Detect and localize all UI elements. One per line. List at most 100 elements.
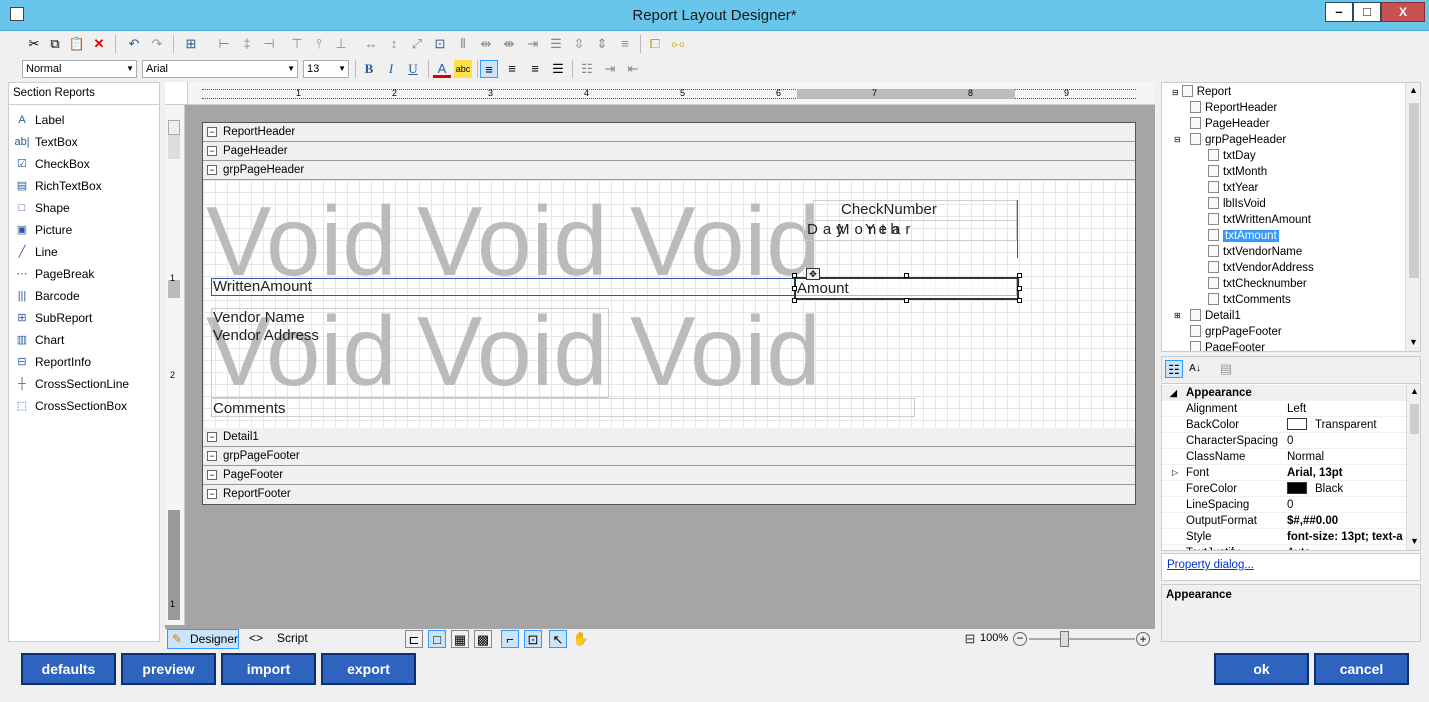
collapse-icon[interactable]: − (207, 470, 217, 480)
collapse-icon[interactable]: ◢ (1170, 385, 1177, 401)
font-select[interactable]: Arial ▼ (142, 60, 298, 78)
tree-item[interactable]: txtMonth (1208, 164, 1267, 180)
hspacing-remove-icon[interactable]: ⇥ (524, 35, 542, 53)
tab-designer[interactable]: ✎ Designer (167, 629, 239, 649)
tab-script[interactable]: <> Script (243, 629, 313, 649)
tool-item[interactable]: ab| TextBox (9, 131, 159, 153)
collapse-icon[interactable]: − (207, 165, 217, 175)
tool-item[interactable]: ╱ Line (9, 241, 159, 263)
property-value[interactable]: Arial, 13pt (1287, 465, 1407, 481)
bring-to-front-icon[interactable]: ⧠ (646, 35, 664, 53)
band-report-footer[interactable]: − ReportFooter (203, 485, 1135, 504)
pan-hand-icon[interactable]: ✋ (572, 630, 590, 648)
highlight-icon[interactable]: abc (454, 60, 472, 78)
property-row[interactable]: ForeColor Black (1162, 481, 1407, 497)
underline-icon[interactable]: U (404, 60, 422, 78)
tree-item[interactable]: txtComments (1208, 292, 1291, 308)
align-tops-icon[interactable]: ⊤ (288, 35, 306, 53)
band-handle[interactable] (168, 120, 180, 135)
property-row[interactable]: OutputFormat $#,##0.00 (1162, 513, 1407, 529)
collapse-icon[interactable]: − (207, 451, 217, 461)
property-row[interactable]: TextJustify Auto (1162, 545, 1407, 550)
tool-item[interactable]: □ Shape (9, 197, 159, 219)
category-header[interactable]: ◢ Appearance (1162, 385, 1407, 401)
zoom-slider[interactable] (1029, 638, 1135, 640)
vspacing-decrease-icon[interactable]: ⇕ (593, 35, 611, 53)
redo-icon[interactable]: ↷ (148, 35, 166, 53)
tool-item[interactable]: ▥ Chart (9, 329, 159, 351)
tool-item[interactable]: ⊞ SubReport (9, 307, 159, 329)
italic-icon[interactable]: I (382, 60, 400, 78)
tree-item[interactable]: txtAmount (1208, 228, 1279, 244)
tree-item[interactable]: txtVendorName (1208, 244, 1302, 260)
tool-item[interactable]: ┼ CrossSectionLine (9, 373, 159, 395)
tree-item[interactable]: txtVendorAddress (1208, 260, 1314, 276)
zoom-out-icon[interactable]: − (1013, 632, 1027, 646)
bold-icon[interactable]: B (360, 60, 378, 78)
tree-item[interactable]: PageHeader (1190, 116, 1270, 132)
maximize-button[interactable]: □ (1353, 2, 1381, 22)
property-value[interactable]: font-size: 13pt; text-a (1287, 529, 1407, 545)
property-value[interactable]: Black (1287, 481, 1407, 497)
align-middles-icon[interactable]: ⫯ (310, 35, 328, 53)
property-value[interactable]: Auto (1287, 545, 1407, 550)
copy-icon[interactable]: ⧉ (46, 35, 64, 53)
tool-item[interactable]: A Label (9, 109, 159, 131)
scroll-thumb[interactable] (1409, 103, 1419, 278)
style-select[interactable]: Normal ▼ (22, 60, 137, 78)
tool-item[interactable]: ⬚ CrossSectionBox (9, 395, 159, 417)
hspacing-increase-icon[interactable]: ⇹ (477, 35, 495, 53)
property-row[interactable]: CharacterSpacing 0 (1162, 433, 1407, 449)
tool-item[interactable]: ⋯ PageBreak (9, 263, 159, 285)
tree-item[interactable]: PageFooter (1190, 340, 1265, 351)
check-number-field[interactable]: CheckNumber (841, 201, 937, 218)
minimize-button[interactable]: – (1325, 2, 1353, 22)
tree-item[interactable]: ⊞ Detail1 (1174, 308, 1241, 324)
align-centers-icon[interactable]: ‡ (238, 35, 256, 53)
show-grid-icon[interactable]: ▦ (451, 630, 469, 648)
tree-root[interactable]: ⊟ Report (1172, 84, 1231, 100)
horizontal-ruler[interactable]: 1 2 3 4 5 6 7 8 9 (165, 82, 1155, 105)
property-row[interactable]: ▷ Font Arial, 13pt (1162, 465, 1407, 481)
close-button[interactable]: X (1381, 2, 1425, 22)
scroll-up-icon[interactable]: ▲ (1406, 85, 1420, 95)
font-size-select[interactable]: 13 ▼ (303, 60, 349, 78)
written-amount-field[interactable]: WrittenAmount (213, 278, 312, 295)
align-rights-icon[interactable]: ⊣ (260, 35, 278, 53)
cancel-button[interactable]: cancel (1314, 653, 1409, 685)
tree-item[interactable]: txtDay (1208, 148, 1256, 164)
property-value[interactable]: 0 (1287, 433, 1407, 449)
property-dialog-link[interactable]: Property dialog... (1167, 559, 1254, 571)
tool-item[interactable]: ▤ RichTextBox (9, 175, 159, 197)
scroll-down-icon[interactable]: ▼ (1406, 337, 1420, 347)
defaults-button[interactable]: defaults (21, 653, 116, 685)
collapse-icon[interactable]: − (207, 432, 217, 442)
snap-grid-icon[interactable]: ▩ (474, 630, 492, 648)
paste-icon[interactable]: 📋 (68, 35, 86, 53)
tool-item[interactable]: ⊟ ReportInfo (9, 351, 159, 373)
dimension-lines-icon[interactable]: □ (428, 630, 446, 648)
expand-icon[interactable]: ▷ (1172, 465, 1178, 481)
collapse-icon[interactable]: − (207, 146, 217, 156)
tree-item[interactable]: ReportHeader (1190, 100, 1277, 116)
tree-item[interactable]: grpPageFooter (1190, 324, 1282, 340)
same-size-icon[interactable]: ⤢ (408, 35, 426, 53)
vendor-address-field[interactable]: Vendor Address (213, 327, 319, 344)
tree-item[interactable]: txtWrittenAmount (1208, 212, 1311, 228)
explorer-scrollbar[interactable]: ▲ ▼ (1405, 83, 1420, 351)
property-value[interactable]: Left (1287, 401, 1407, 417)
property-pages-icon[interactable]: ▤ (1217, 360, 1235, 378)
vspacing-equal-icon[interactable]: ☰ (547, 35, 565, 53)
grp-page-header-body[interactable]: Void Void Void Void Void Void CheckNumbe… (203, 180, 1135, 428)
move-handle-icon[interactable]: ✥ (806, 268, 820, 280)
zoom-thumb[interactable] (1060, 631, 1069, 647)
zoom-in-icon[interactable]: + (1136, 632, 1150, 646)
property-value[interactable]: Normal (1287, 449, 1407, 465)
bullets-icon[interactable]: ☷ (578, 60, 596, 78)
same-height-icon[interactable]: ↕ (385, 35, 403, 53)
hspacing-decrease-icon[interactable]: ⇼ (500, 35, 518, 53)
delete-icon[interactable]: ✕ (90, 35, 108, 53)
band-report-header[interactable]: − ReportHeader (203, 123, 1135, 142)
band-grp-page-header[interactable]: − grpPageHeader (203, 161, 1135, 180)
year-field[interactable]: Year (865, 221, 915, 238)
